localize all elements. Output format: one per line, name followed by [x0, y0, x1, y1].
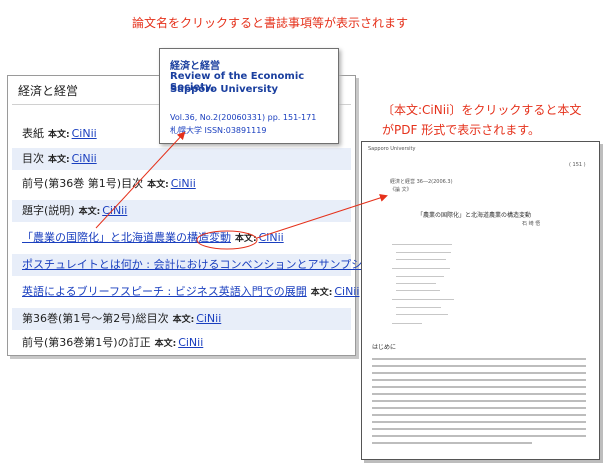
pdf-body-line	[372, 435, 586, 437]
journal-title: 経済と経営	[18, 84, 79, 98]
pdf-body-line	[372, 421, 586, 423]
article-title[interactable]: 前号(第36巻第1号)の訂正	[22, 336, 151, 349]
cinii-link[interactable]: CiNii	[178, 336, 203, 349]
pdf-preview: Sapporo University ( 151 ) 経済と経営 36―2(20…	[361, 141, 600, 460]
pdf-journal-line: 経済と経営 36―2(2006.3)	[390, 179, 453, 185]
article-title[interactable]: 題字(説明)	[22, 204, 75, 217]
cinii-link[interactable]: CiNii	[102, 204, 127, 217]
honbun-label: 本文:	[48, 130, 70, 140]
cinii-link[interactable]: CiNii	[171, 177, 196, 190]
bib-volume: Vol.36, No.2(20060331) pp. 151-171	[170, 113, 317, 122]
pdf-page-number: ( 151 )	[569, 162, 586, 168]
honbun-label: 本文:	[235, 234, 257, 244]
article-title[interactable]: 第36巻(第1号〜第2号)総目次	[22, 312, 169, 325]
pdf-body-line	[372, 407, 586, 409]
caption-bib-info: 論文名をクリックすると書誌事項等が表示されます	[132, 16, 409, 30]
pdf-body-line	[372, 372, 586, 374]
list-item: 「農業の国際化」と北海道農業の構造変動 本文: CiNii	[12, 227, 351, 249]
pdf-toc-line	[392, 299, 454, 300]
cinii-link[interactable]: CiNii	[259, 231, 284, 244]
pdf-header: Sapporo University	[368, 146, 416, 152]
cinii-link[interactable]: CiNii	[72, 152, 97, 165]
honbun-label: 本文:	[78, 207, 101, 217]
pdf-toc-line	[396, 252, 451, 253]
pdf-body-line	[372, 428, 586, 430]
caption-pdf-info: 〔本文:CiNii〕をクリックすると本文がPDF 形式で表示されます。	[382, 103, 582, 137]
honbun-label: 本文:	[154, 339, 177, 349]
list-item: 英語によるブリーフスピーチ : ビジネス英語入門での展開 本文: CiNii	[12, 281, 359, 303]
bib-journal-title: 経済と経営	[170, 61, 220, 72]
pdf-toc-line	[396, 290, 440, 291]
pdf-toc-line	[392, 323, 422, 324]
honbun-label: 本文:	[310, 288, 333, 298]
pdf-toc-line	[396, 276, 444, 277]
pdf-journal-line: 《論 文》	[390, 187, 412, 193]
pdf-article-heading: 「農業の国際化」と北海道農業の構造変動	[417, 212, 532, 219]
honbun-label: 本文:	[147, 180, 169, 190]
list-item: ポスチュレイトとは何か : 会計におけるコンベンションとアサンプション本文:Ci…	[12, 254, 437, 276]
article-title[interactable]: 目次	[22, 152, 44, 165]
article-title[interactable]: 表紙	[22, 127, 44, 140]
pdf-toc-line	[392, 268, 450, 269]
pdf-author: 石 崎 悟	[522, 221, 541, 227]
pdf-toc-line	[392, 244, 452, 245]
pdf-toc-line	[396, 314, 448, 315]
bib-publisher: 札幌大学 ISSN:03891119	[170, 126, 267, 135]
cinii-link[interactable]: CiNii	[196, 312, 221, 325]
article-title-link[interactable]: 「農業の国際化」と北海道農業の構造変動	[22, 231, 231, 244]
article-title-link[interactable]: ポスチュレイトとは何か : 会計におけるコンベンションとアサンプション	[22, 258, 384, 271]
pdf-body-line	[372, 414, 586, 416]
cinii-link[interactable]: CiNii	[72, 127, 97, 140]
pdf-body-line	[372, 386, 586, 388]
bib-journal-title-en: Sapporo University	[170, 84, 278, 95]
pdf-toc-line	[396, 283, 436, 284]
article-title-link[interactable]: 英語によるブリーフスピーチ : ビジネス英語入門での展開	[22, 285, 307, 298]
bib-info-popup: 経済と経営 Review of the Economic Society, Sa…	[159, 48, 339, 144]
honbun-label: 本文:	[172, 315, 195, 325]
list-item: 題字(説明) 本文: CiNii	[12, 200, 351, 222]
pdf-body-line	[372, 442, 532, 444]
cinii-link[interactable]: CiNii	[334, 285, 359, 298]
pdf-body-line	[372, 400, 586, 402]
pdf-body-line	[372, 365, 586, 367]
pdf-body-line	[372, 379, 586, 381]
honbun-label: 本文:	[48, 155, 70, 165]
pdf-body-line	[372, 393, 586, 395]
list-item: 第36巻(第1号〜第2号)総目次 本文: CiNii	[12, 308, 351, 330]
list-item: 前号(第36巻第1号)の訂正 本文: CiNii	[12, 332, 351, 354]
pdf-section-heading: はじめに	[372, 344, 397, 351]
list-item: 前号(第36巻 第1号)目次 本文: CiNii	[12, 173, 351, 195]
pdf-toc-line	[396, 259, 446, 260]
article-title[interactable]: 前号(第36巻 第1号)目次	[22, 177, 143, 190]
pdf-body-line	[372, 358, 586, 360]
list-item: 目次 本文: CiNii	[12, 148, 351, 170]
pdf-toc-line	[396, 307, 441, 308]
